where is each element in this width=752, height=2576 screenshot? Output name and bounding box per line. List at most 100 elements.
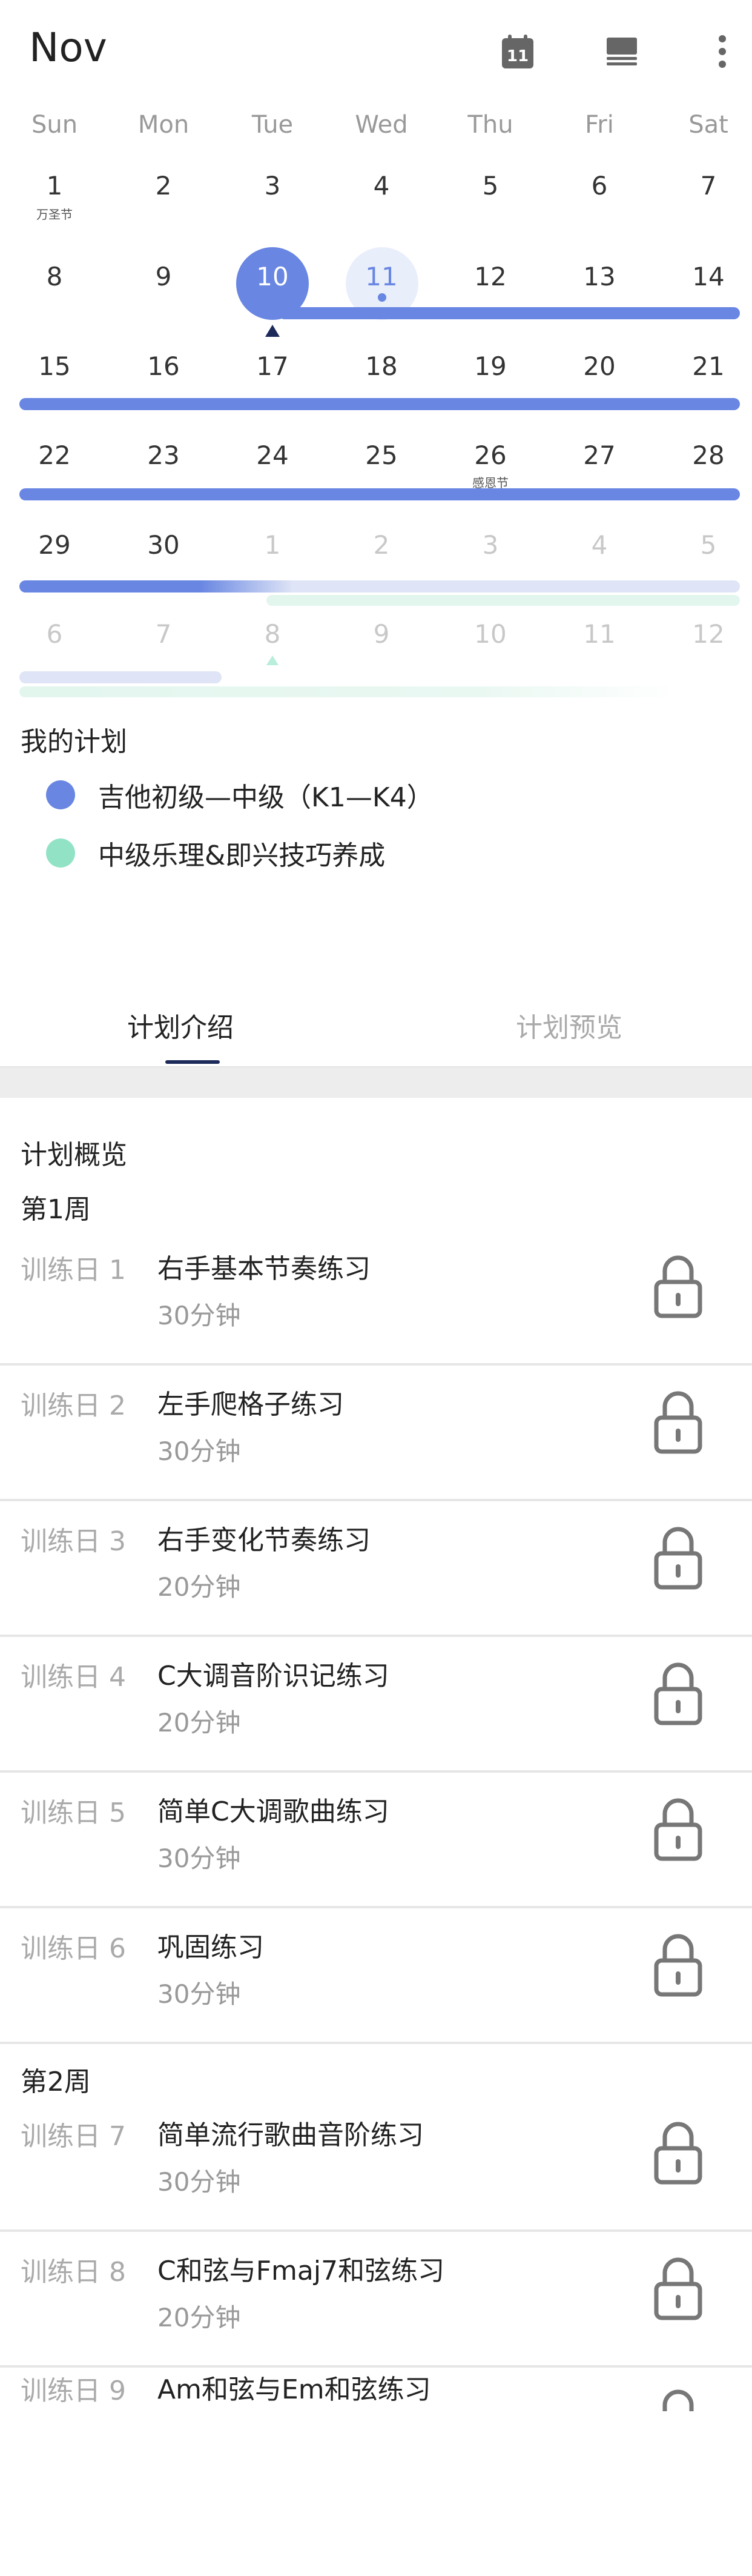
training-day-duration: 30分钟	[157, 1301, 241, 1330]
training-day-title: 巩固练习	[157, 1932, 264, 1963]
training-day-row[interactable]: 训练日 1 右手基本节奏练习 30分钟	[0, 1230, 752, 1366]
day-cell[interactable]: 15	[12, 351, 97, 381]
training-day-row[interactable]: 训练日 2 左手爬格子练习 30分钟	[0, 1366, 752, 1501]
tab-plan-intro[interactable]: 计划介绍	[127, 1006, 234, 1044]
training-day-label: 训练日 4	[21, 1662, 126, 1693]
week-heading: 第2周	[21, 2066, 91, 2097]
day-cell-next-month[interactable]: 2	[339, 530, 424, 560]
selected-day-marker-icon	[265, 325, 280, 337]
list-clip: 训练日 9 Am和弦与Em和弦练习	[0, 2345, 752, 2411]
day-cell[interactable]: 14	[666, 262, 751, 291]
training-day-title: Am和弦与Em和弦练习	[157, 2374, 431, 2405]
day-cell-next-month[interactable]: 9	[339, 619, 424, 649]
tab-plan-preview[interactable]: 计划预览	[516, 1006, 622, 1044]
lock-icon	[648, 1927, 708, 1999]
training-day-row[interactable]: 训练日 9 Am和弦与Em和弦练习	[0, 2345, 752, 2411]
training-day-row[interactable]: 训练日 6 巩固练习 30分钟	[0, 1908, 752, 2044]
day-cell[interactable]: 4	[339, 171, 424, 201]
day-cell[interactable]: 20	[557, 351, 642, 381]
training-day-row[interactable]: 训练日 5 简单C大调歌曲练习 30分钟	[0, 1773, 752, 1908]
lock-icon	[648, 2382, 708, 2411]
day-cell[interactable]: 12	[448, 262, 533, 291]
plan-bar-row3[interactable]	[19, 398, 740, 410]
lock-icon	[648, 2114, 708, 2187]
plan-color-dot	[46, 838, 75, 868]
day-cell[interactable]: 18	[339, 351, 424, 381]
active-tab-indicator	[165, 1060, 220, 1064]
training-day-label: 训练日 7	[21, 2121, 126, 2152]
plan-bar-row6[interactable]	[19, 671, 222, 683]
my-plans-title: 我的计划	[21, 726, 127, 757]
day-cell[interactable]: 19	[448, 351, 533, 381]
selected-day-marker-faded-icon	[266, 656, 279, 665]
day-cell[interactable]: 17	[230, 351, 315, 381]
plan-legend-item[interactable]: 中级乐理&即兴技巧养成	[46, 835, 385, 871]
day-cell-next-month[interactable]: 7	[121, 619, 206, 649]
training-day-duration: 20分钟	[157, 1572, 241, 1602]
day-cell-next-month[interactable]: 10	[448, 619, 533, 649]
training-day-title: 左手爬格子练习	[157, 1389, 344, 1420]
plan-bar-row2[interactable]	[279, 307, 740, 319]
training-day-label: 训练日 2	[21, 1390, 126, 1421]
day-cell[interactable]: 26	[448, 440, 533, 470]
training-day-label: 训练日 8	[21, 2257, 126, 2288]
plan2-bar-row6[interactable]	[19, 686, 679, 697]
day-cell[interactable]: 13	[557, 262, 642, 291]
day-cell-next-month[interactable]: 6	[12, 619, 97, 649]
overview-title: 计划概览	[21, 1140, 127, 1170]
day-cell[interactable]: 16	[121, 351, 206, 381]
day-cell[interactable]: 29	[12, 530, 97, 560]
day-cell-next-month[interactable]: 11	[557, 619, 642, 649]
day-cell[interactable]: 7	[666, 171, 751, 201]
day-cell-today[interactable]: 11	[339, 262, 424, 291]
lock-icon	[648, 2250, 708, 2323]
training-day-duration: 20分钟	[157, 2303, 241, 2332]
training-day-label: 训练日 5	[21, 1798, 126, 1828]
festival-label: 万圣节	[36, 207, 73, 222]
training-day-label: 训练日 9	[21, 2375, 126, 2406]
day-cell[interactable]: 6	[557, 171, 642, 201]
plan-tabs: 计划介绍 计划预览	[0, 994, 752, 1066]
day-cell[interactable]: 24	[230, 440, 315, 470]
day-cell[interactable]: 1	[12, 171, 97, 201]
day-cell[interactable]: 25	[339, 440, 424, 470]
day-cell[interactable]: 3	[230, 171, 315, 201]
day-cell-next-month[interactable]: 1	[230, 530, 315, 560]
training-day-title: 简单流行歌曲音阶练习	[157, 2120, 424, 2151]
training-day-title: C大调音阶识记练习	[157, 1661, 389, 1691]
day-cell[interactable]: 2	[121, 171, 206, 201]
day-cell[interactable]: 28	[666, 440, 751, 470]
day-cell[interactable]: 8	[12, 262, 97, 291]
day-cell[interactable]: 27	[557, 440, 642, 470]
day-cell[interactable]: 23	[121, 440, 206, 470]
training-day-row[interactable]: 训练日 4 C大调音阶识记练习 20分钟	[0, 1637, 752, 1773]
training-day-row[interactable]: 训练日 7 简单流行歌曲音阶练习 30分钟	[0, 2096, 752, 2232]
lock-icon	[648, 1519, 708, 1592]
training-day-duration: 30分钟	[157, 1979, 241, 2009]
festival-label: 感恩节	[472, 476, 509, 490]
day-cell-next-month[interactable]: 4	[557, 530, 642, 560]
plan-bar-row4[interactable]	[19, 488, 740, 500]
plan2-bar-row5[interactable]	[266, 595, 740, 606]
training-day-label: 训练日 3	[21, 1526, 126, 1557]
training-day-duration: 30分钟	[157, 1844, 241, 1873]
training-day-title: 简单C大调歌曲练习	[157, 1796, 389, 1827]
training-day-title: 右手基本节奏练习	[157, 1253, 371, 1284]
day-cell-next-month[interactable]: 5	[666, 530, 751, 560]
day-cell[interactable]: 22	[12, 440, 97, 470]
day-cell[interactable]: 9	[121, 262, 206, 291]
day-cell-next-month[interactable]: 3	[448, 530, 533, 560]
lock-icon	[648, 1248, 708, 1321]
day-cell-next-month[interactable]: 12	[666, 619, 751, 649]
day-cell-next-month[interactable]: 8	[230, 619, 315, 649]
training-day-row[interactable]: 训练日 3 右手变化节奏练习 20分钟	[0, 1501, 752, 1637]
day-cell[interactable]: 21	[666, 351, 751, 381]
row-divider	[0, 2042, 752, 2044]
training-day-title: 右手变化节奏练习	[157, 1525, 371, 1556]
plan-legend-item[interactable]: 吉他初级—中级（K1—K4）	[46, 777, 434, 813]
day-cell[interactable]: 5	[448, 171, 533, 201]
day-cell-selected[interactable]: 10	[230, 262, 315, 291]
training-day-duration: 30分钟	[157, 2167, 241, 2197]
plan-bar-row5[interactable]	[19, 580, 740, 593]
day-cell[interactable]: 30	[121, 530, 206, 560]
